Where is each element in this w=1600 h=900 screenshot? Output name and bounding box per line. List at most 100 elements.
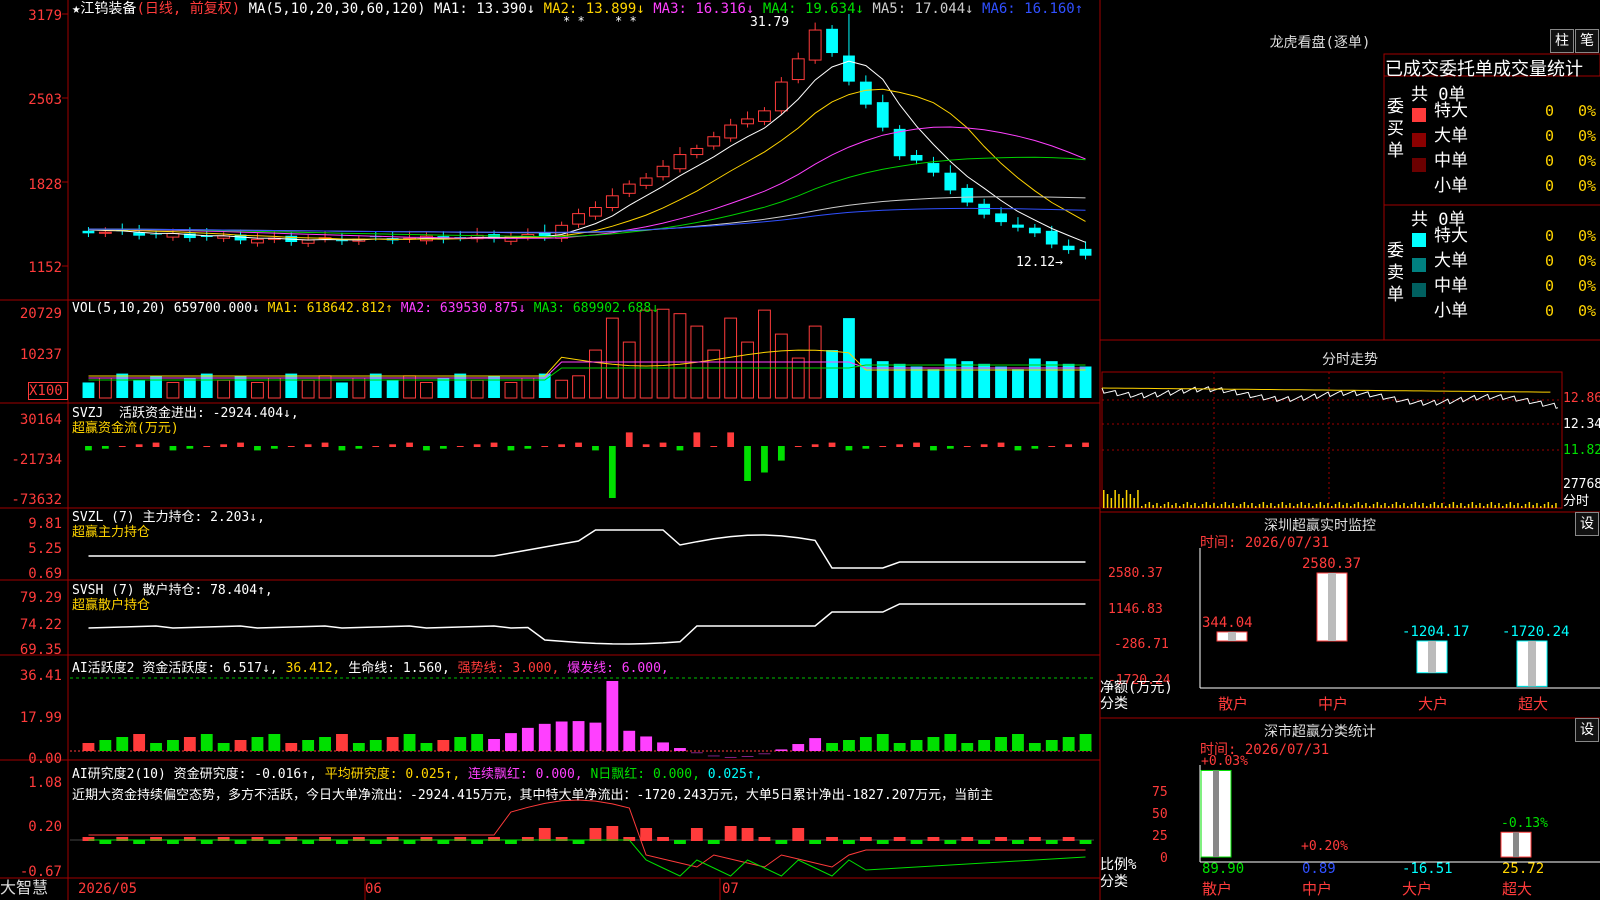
flow-bar: [676, 446, 684, 451]
intraday-vol-bar: [1156, 503, 1158, 508]
x-tick: 06: [365, 881, 382, 897]
research-bar: [944, 840, 957, 844]
intraday-vol-bar: [1327, 503, 1329, 508]
activity-bar: [268, 734, 281, 751]
sc-tick: 50: [1152, 807, 1168, 822]
vol-bar-up: [758, 309, 771, 399]
vol-unit-label[interactable]: X100: [28, 382, 68, 400]
vol-bar-up: [707, 349, 721, 399]
intraday-vol-bar: [1338, 502, 1341, 508]
stock-title[interactable]: ★江钨装备: [72, 1, 136, 17]
sc-stats-title: 深市超赢分类统计: [1264, 724, 1376, 740]
intraday-tick: 12.86: [1563, 391, 1600, 406]
flow-bar: [220, 444, 228, 447]
research-bar: [403, 840, 416, 844]
intraday-vol-bar: [1551, 505, 1553, 508]
intraday-vol-bar: [1395, 502, 1398, 508]
flow-bar: [1014, 446, 1022, 451]
vol-bar-down: [910, 366, 923, 398]
research-bar: [961, 837, 974, 841]
candle-down: [1062, 245, 1075, 251]
activity-bar: [893, 743, 906, 751]
vol-bar-down: [859, 358, 872, 398]
sz-bar-category: 超大: [1518, 695, 1549, 713]
activity-bar: [505, 733, 517, 751]
ai1-v1: 资金活跃度: 6.517↓,: [142, 661, 278, 676]
sc-bar-category: 散户: [1202, 880, 1233, 898]
bar-mode-button[interactable]: 柱: [1550, 29, 1574, 53]
activity-bar: [589, 722, 602, 751]
chart-canvas[interactable]: [0, 0, 1600, 900]
flow-bar: [913, 442, 920, 447]
activity-bar: [183, 737, 196, 751]
intraday-vol-bar: [1407, 506, 1409, 508]
vol-bar-down: [876, 361, 889, 398]
sz-tick: 1146.83: [1108, 602, 1163, 617]
sc-bar-category: 中户: [1302, 880, 1333, 898]
ai2-v5: 0.025↑,: [707, 767, 763, 782]
buy-row-count: 0: [1545, 152, 1555, 170]
flow-bar: [608, 446, 616, 498]
candle-down: [82, 230, 95, 234]
flow-bar: [321, 442, 329, 447]
vol-bar-down: [369, 373, 382, 398]
activity-bar: [910, 740, 923, 751]
vol-bar-down: [1012, 369, 1024, 398]
activity-bar: [454, 737, 467, 751]
intraday-vol-bar: [1365, 503, 1367, 508]
vol-bar-up: [656, 308, 670, 399]
intraday-vol-bar: [1194, 503, 1196, 508]
sz-bar-shade: [1428, 641, 1436, 673]
buy-row-swatch: [1412, 133, 1426, 147]
activity-bar: [471, 734, 484, 751]
sell-row-name: 大单: [1434, 251, 1468, 271]
vol-bar-up: [589, 349, 602, 399]
candle-down: [927, 163, 940, 173]
ai1-name: AI活跃度2: [72, 661, 135, 676]
tick-mode-button[interactable]: 笔: [1575, 29, 1599, 53]
activity-bar: [859, 737, 872, 751]
intraday-vol-bar: [1410, 504, 1413, 508]
vol-bar-down: [978, 363, 991, 398]
sz-bar-shade: [1328, 573, 1336, 641]
sell-side-label: 委卖单: [1387, 241, 1404, 305]
y-tick: 5.25: [28, 541, 62, 557]
sc-bar-shade: [1213, 770, 1219, 857]
sc-tick: 0: [1160, 851, 1168, 866]
vol-bar-up: [470, 379, 484, 399]
stock-terminal: ★江钨装备(日线, 前复权) MA(5,10,20,30,60,120) MA1…: [0, 0, 1600, 900]
y-tick: 3179: [28, 8, 62, 24]
y-tick: 0.20: [28, 819, 62, 835]
sell-row-count: 0: [1545, 227, 1555, 245]
chart-mode[interactable]: (日线, 前复权): [136, 1, 240, 17]
y-tick: 1152: [28, 260, 62, 276]
ma-line-3: [88, 126, 1086, 239]
ai2-legend: AI研究度2(10) 资金研究度: -0.016↑, 平均研究度: 0.025↑…: [72, 767, 763, 782]
intraday-vol-bar: [1175, 503, 1177, 508]
intraday-vol-bar: [1190, 505, 1192, 508]
intraday-vol-bar: [1513, 505, 1515, 508]
y-tick: 0.00: [28, 751, 62, 767]
vol-bar-up: [572, 375, 585, 399]
x-tick: 2026/05: [78, 881, 138, 897]
research-bar: [1012, 840, 1024, 844]
ma5-value: MA5: 17.044↓: [872, 1, 974, 17]
intraday-vol-bar: [1361, 505, 1363, 508]
svsh-sub: 超赢散户持仓: [72, 598, 151, 613]
flow-bar: [980, 444, 988, 447]
flow-bar: [811, 444, 819, 447]
y-tick: -21734: [11, 452, 62, 468]
intraday-vol-bar: [1418, 505, 1420, 508]
activity-bar: [133, 734, 146, 751]
intraday-vol-bar: [1323, 505, 1325, 508]
sc-settings-button[interactable]: 设: [1575, 718, 1599, 742]
flow-bar: [558, 444, 566, 447]
intraday-vol-bar: [1403, 503, 1405, 508]
research-bar: [133, 840, 146, 844]
vol-bar-down: [200, 373, 213, 398]
y-tick: 1828: [28, 177, 62, 193]
buy-row-pct: 0%: [1578, 127, 1597, 145]
sz-bar-category: 中户: [1318, 695, 1349, 713]
buy-row-name: 中单: [1434, 151, 1468, 171]
sz-settings-button[interactable]: 设: [1575, 512, 1599, 536]
